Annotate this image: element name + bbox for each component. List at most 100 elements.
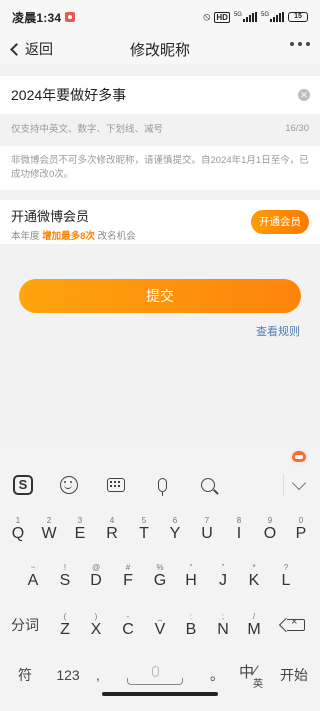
toolbar-divider xyxy=(283,474,284,496)
key-y[interactable]: 6Y xyxy=(161,510,189,548)
key-r[interactable]: 4R xyxy=(98,510,126,548)
nickname-input[interactable] xyxy=(11,87,298,103)
signal-bars-1 xyxy=(242,12,257,22)
key-g[interactable]: % G xyxy=(146,557,174,595)
clock-text: 凌晨1:34 xyxy=(12,10,62,25)
ime-mascot-icon[interactable] xyxy=(290,448,308,466)
more-dot-icon xyxy=(298,42,302,46)
period-key[interactable]: 。 xyxy=(206,656,228,694)
key-main: K xyxy=(248,571,260,589)
more-dot-icon xyxy=(290,42,294,46)
emoji-button[interactable] xyxy=(56,472,82,498)
key-main: W xyxy=(41,524,57,542)
status-icons: ⦸ HD 5G 5G 15 xyxy=(203,11,308,24)
key-m[interactable]: / M xyxy=(240,606,268,644)
key-d[interactable]: @ D xyxy=(82,557,110,595)
hd-badge: HD xyxy=(214,11,230,23)
open-vip-button[interactable]: 开通会员 xyxy=(251,210,309,234)
microphone-icon xyxy=(157,478,167,496)
voice-input-button[interactable] xyxy=(149,472,175,498)
symbol-key[interactable]: 符 xyxy=(6,656,44,694)
vip-desc-highlight: 增加最多8次 xyxy=(42,231,95,242)
home-indicator[interactable] xyxy=(102,692,218,696)
language-switch-key[interactable]: 中 英 xyxy=(236,656,266,694)
key-main: V xyxy=(154,620,166,638)
key-z[interactable]: (Z xyxy=(51,606,79,644)
key-h[interactable]: “H xyxy=(177,557,205,595)
key-sub: ( xyxy=(63,611,67,621)
key-b[interactable]: :B xyxy=(177,606,205,644)
key-main: H xyxy=(185,571,197,589)
backspace-icon xyxy=(287,616,305,631)
key-f[interactable]: # F xyxy=(114,557,142,595)
key-a[interactable]: ~ A xyxy=(19,557,47,595)
key-sub: @ xyxy=(91,562,101,572)
key-e[interactable]: 3E xyxy=(66,510,94,548)
key-s[interactable]: ! S xyxy=(51,557,79,595)
keyboard-switch-button[interactable] xyxy=(103,472,129,498)
backspace-key[interactable] xyxy=(278,606,314,644)
key-k[interactable]: * K xyxy=(240,557,268,595)
keyboard-toolbar: S xyxy=(0,472,320,500)
key-main: N xyxy=(217,620,229,638)
key-w[interactable]: 2W xyxy=(35,510,63,548)
key-main: I xyxy=(236,524,242,542)
network-type-1: 5G xyxy=(233,12,242,18)
comma-key[interactable]: , xyxy=(90,656,106,694)
space-bar-icon xyxy=(127,677,183,685)
chevron-down-icon xyxy=(291,475,307,491)
ime-search-button[interactable] xyxy=(195,472,221,498)
notification-icon xyxy=(65,12,76,22)
key-u[interactable]: 7U xyxy=(193,510,221,548)
key-main: Z xyxy=(60,620,70,638)
more-options-button[interactable] xyxy=(290,42,310,46)
key-main: E xyxy=(74,524,86,542)
sogou-logo-button[interactable]: S xyxy=(10,472,36,498)
lang-zh-label: 中 xyxy=(239,664,255,681)
key-t[interactable]: 5T xyxy=(130,510,158,548)
key-main: Y xyxy=(169,524,181,542)
key-o[interactable]: 9O xyxy=(256,510,284,548)
battery-icon: 15 xyxy=(288,12,308,22)
space-key[interactable] xyxy=(107,656,203,694)
clear-input-icon[interactable]: ✕ xyxy=(298,89,310,101)
key-main: D xyxy=(90,571,102,589)
key-main: L xyxy=(281,571,291,589)
view-rules-link[interactable]: 查看规则 xyxy=(256,323,300,339)
key-main: O xyxy=(263,524,277,542)
key-main: A xyxy=(27,571,39,589)
nav-bar: 返回 修改昵称 xyxy=(0,34,320,64)
voice-hint-icon xyxy=(151,665,159,677)
more-dot-icon xyxy=(306,42,310,46)
key-sub: ; xyxy=(221,611,225,621)
network-type-2: 5G xyxy=(260,12,269,18)
number-key[interactable]: 123 xyxy=(50,656,86,694)
submit-button[interactable]: 提交 xyxy=(19,279,301,313)
key-l[interactable]: ? L xyxy=(272,557,300,595)
signal-2-icon: 5G xyxy=(261,12,284,22)
segment-key[interactable]: 分词 xyxy=(4,606,46,644)
key-q[interactable]: 1Q xyxy=(4,510,32,548)
enter-key[interactable]: 开始 xyxy=(274,656,314,694)
key-j[interactable]: ” J xyxy=(209,557,237,595)
key-c[interactable]: -C xyxy=(114,606,142,644)
status-bar: 凌晨1:34 ⦸ HD 5G 5G 15 xyxy=(0,0,320,34)
key-sub: : xyxy=(189,611,193,621)
key-x[interactable]: ) X xyxy=(82,606,110,644)
sogou-logo-icon: S xyxy=(13,475,33,495)
alarm-off-icon: ⦸ xyxy=(203,10,211,23)
key-i[interactable]: 8I xyxy=(225,510,253,548)
key-sub: 8 xyxy=(236,515,242,525)
key-p[interactable]: 0P xyxy=(287,510,315,548)
key-main: X xyxy=(90,620,102,638)
key-main: T xyxy=(139,524,149,542)
nickname-field-row: ✕ xyxy=(0,76,320,114)
key-v[interactable]: _ V xyxy=(146,606,174,644)
key-main: F xyxy=(123,571,133,589)
back-button[interactable]: 返回 xyxy=(0,39,53,59)
key-main: P xyxy=(295,524,307,542)
chevron-left-icon xyxy=(10,42,23,56)
key-sub: / xyxy=(252,611,256,621)
key-n[interactable]: ; N xyxy=(209,606,237,644)
hide-keyboard-button[interactable] xyxy=(286,472,312,498)
